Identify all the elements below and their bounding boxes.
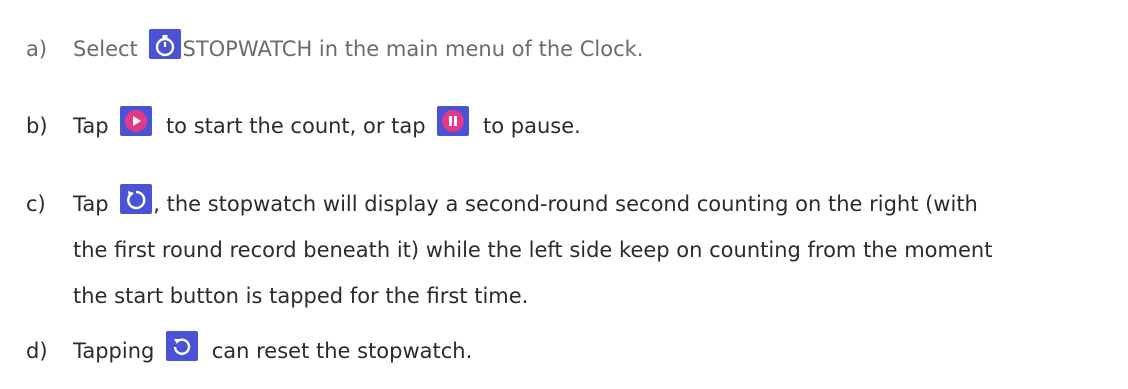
start-icon [119, 105, 153, 137]
text-line: the first round record beneath it) while… [73, 238, 993, 262]
text-pause: to pause. [482, 114, 581, 138]
text-reset: can reset the stopwatch. [211, 339, 473, 363]
text-line: the start button is tapped for the first… [73, 284, 529, 308]
text-line: Tap , the stopwatch will display a secon… [73, 181, 992, 227]
list-marker: a) [26, 37, 48, 61]
list-item-text: Tap , the stopwatch will display a secon… [73, 181, 992, 319]
text-stopwatch-menu: STOPWATCH in the main menu of the Clock. [182, 37, 644, 61]
reset-icon [165, 330, 199, 362]
list-item-text: Tapping can reset the stopwatch. [73, 328, 472, 374]
pause-icon [436, 105, 470, 137]
list-marker: b) [26, 114, 48, 138]
text-start-count: to start the count, or tap [165, 114, 426, 138]
list-marker: c) [26, 192, 46, 216]
lap-icon [119, 183, 153, 215]
text-tap: Tap [73, 114, 109, 138]
instruction-list: a) Select STOPWATCH in the main menu of … [0, 0, 1128, 389]
text-tapping: Tapping [73, 339, 155, 363]
list-item-text: Tap to start the count, or tap to pause. [73, 103, 581, 149]
list-item-text: Select STOPWATCH in the main menu of the… [73, 26, 643, 72]
list-marker: d) [26, 339, 48, 363]
text-lap-description: , the stopwatch will display a second-ro… [153, 192, 978, 216]
text-select: Select [73, 37, 138, 61]
text-tap: Tap [73, 192, 109, 216]
stopwatch-icon [148, 28, 182, 60]
